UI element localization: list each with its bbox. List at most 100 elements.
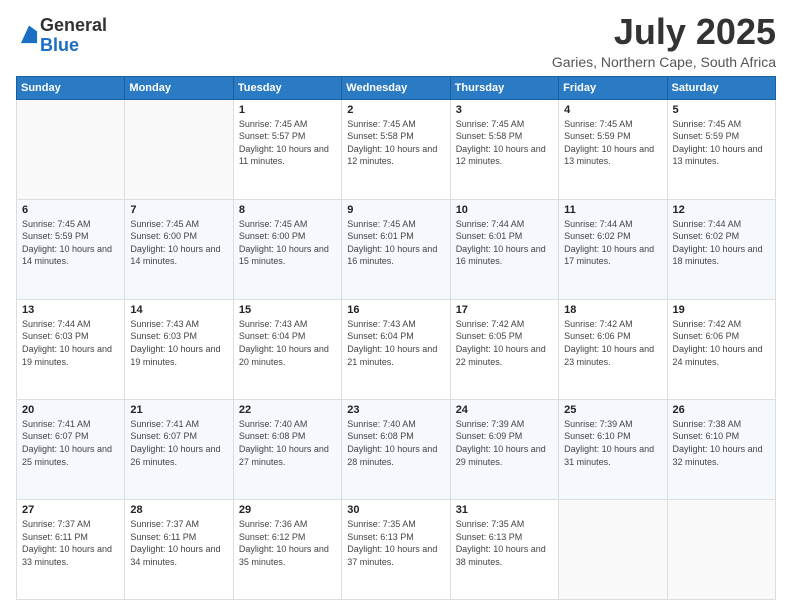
day-cell: 8 Sunrise: 7:45 AM Sunset: 6:00 PM Daylig… (233, 199, 341, 299)
day-number: 31 (456, 504, 553, 516)
day-info: Sunrise: 7:35 AM Sunset: 6:13 PM Dayligh… (347, 518, 444, 568)
day-info: Sunrise: 7:39 AM Sunset: 6:10 PM Dayligh… (564, 418, 661, 468)
page: General Blue July 2025 Garies, Northern … (0, 0, 792, 612)
day-info: Sunrise: 7:39 AM Sunset: 6:09 PM Dayligh… (456, 418, 553, 468)
day-info: Sunrise: 7:45 AM Sunset: 6:00 PM Dayligh… (239, 218, 336, 268)
day-cell: 1Sunrise: 7:45 AM Sunset: 5:57 PM Daylig… (233, 99, 341, 199)
day-info: Sunrise: 7:44 AM Sunset: 6:02 PM Dayligh… (564, 218, 661, 268)
day-cell: 9Sunrise: 7:45 AM Sunset: 6:01 PM Daylig… (342, 199, 450, 299)
day-info: Sunrise: 7:45 AM Sunset: 6:01 PM Dayligh… (347, 218, 444, 268)
week-row-4: 20 Sunrise: 7:41 AM Sunset: 6:07 PM Dayli… (17, 399, 776, 499)
day-cell (125, 99, 233, 199)
day-info: Sunrise: 7:40 AM Sunset: 6:08 PM Dayligh… (239, 418, 336, 468)
day-number: 7 (130, 204, 227, 216)
day-info: Sunrise: 7:44 AM Sunset: 6:03 PM Dayligh… (22, 318, 119, 368)
day-info: Sunrise: 7:42 AM Sunset: 6:05 PM Dayligh… (456, 318, 553, 368)
day-number: 6 (22, 204, 119, 216)
calendar-title: July 2025 (552, 12, 776, 52)
day-cell: 12 Sunrise: 7:44 AM Sunset: 6:02 PM Dayli… (667, 199, 775, 299)
day-info: Sunrise: 7:45 AM Sunset: 5:58 PM Dayligh… (456, 118, 553, 168)
logo-general-text: General (40, 15, 107, 35)
week-row-2: 6 Sunrise: 7:45 AM Sunset: 5:59 PM Daylig… (17, 199, 776, 299)
title-block: July 2025 Garies, Northern Cape, South A… (552, 12, 776, 70)
day-info: Sunrise: 7:45 AM Sunset: 6:00 PM Dayligh… (130, 218, 227, 268)
day-number: 17 (456, 304, 553, 316)
day-number: 28 (130, 504, 227, 516)
day-info: Sunrise: 7:45 AM Sunset: 5:59 PM Dayligh… (673, 118, 770, 168)
day-number: 14 (130, 304, 227, 316)
day-info: Sunrise: 7:41 AM Sunset: 6:07 PM Dayligh… (22, 418, 119, 468)
day-number: 16 (347, 304, 444, 316)
day-number: 21 (130, 404, 227, 416)
day-number: 27 (22, 504, 119, 516)
day-number: 13 (22, 304, 119, 316)
calendar-table: Sunday Monday Tuesday Wednesday Thursday… (16, 76, 776, 600)
day-cell (559, 499, 667, 599)
day-number: 15 (239, 304, 336, 316)
day-info: Sunrise: 7:43 AM Sunset: 6:04 PM Dayligh… (239, 318, 336, 368)
logo-blue-text: Blue (40, 35, 79, 55)
day-number: 23 (347, 404, 444, 416)
logo: General Blue (16, 16, 107, 56)
day-number: 2 (347, 104, 444, 116)
day-cell: 21 Sunrise: 7:41 AM Sunset: 6:07 PM Dayli… (125, 399, 233, 499)
day-info: Sunrise: 7:44 AM Sunset: 6:02 PM Dayligh… (673, 218, 770, 268)
header-row: Sunday Monday Tuesday Wednesday Thursday… (17, 76, 776, 99)
day-number: 11 (564, 204, 661, 216)
col-friday: Friday (559, 76, 667, 99)
day-info: Sunrise: 7:41 AM Sunset: 6:07 PM Dayligh… (130, 418, 227, 468)
day-cell: 27 Sunrise: 7:37 AM Sunset: 6:11 PM Dayli… (17, 499, 125, 599)
day-cell: 31 Sunrise: 7:35 AM Sunset: 6:13 PM Dayli… (450, 499, 558, 599)
day-info: Sunrise: 7:43 AM Sunset: 6:04 PM Dayligh… (347, 318, 444, 368)
day-cell: 11 Sunrise: 7:44 AM Sunset: 6:02 PM Dayli… (559, 199, 667, 299)
day-cell: 29Sunrise: 7:36 AM Sunset: 6:12 PM Dayli… (233, 499, 341, 599)
day-cell: 20 Sunrise: 7:41 AM Sunset: 6:07 PM Dayli… (17, 399, 125, 499)
day-cell: 24Sunrise: 7:39 AM Sunset: 6:09 PM Dayli… (450, 399, 558, 499)
day-cell: 14Sunrise: 7:43 AM Sunset: 6:03 PM Dayli… (125, 299, 233, 399)
day-cell: 7 Sunrise: 7:45 AM Sunset: 6:00 PM Daylig… (125, 199, 233, 299)
day-number: 26 (673, 404, 770, 416)
day-number: 18 (564, 304, 661, 316)
day-number: 20 (22, 404, 119, 416)
col-thursday: Thursday (450, 76, 558, 99)
day-info: Sunrise: 7:45 AM Sunset: 5:58 PM Dayligh… (347, 118, 444, 168)
day-cell: 6 Sunrise: 7:45 AM Sunset: 5:59 PM Daylig… (17, 199, 125, 299)
day-info: Sunrise: 7:37 AM Sunset: 6:11 PM Dayligh… (22, 518, 119, 568)
col-sunday: Sunday (17, 76, 125, 99)
day-number: 8 (239, 204, 336, 216)
day-cell: 5 Sunrise: 7:45 AM Sunset: 5:59 PM Daylig… (667, 99, 775, 199)
day-cell: 28 Sunrise: 7:37 AM Sunset: 6:11 PM Dayli… (125, 499, 233, 599)
day-number: 5 (673, 104, 770, 116)
day-cell: 2 Sunrise: 7:45 AM Sunset: 5:58 PM Daylig… (342, 99, 450, 199)
day-info: Sunrise: 7:42 AM Sunset: 6:06 PM Dayligh… (564, 318, 661, 368)
day-cell: 22Sunrise: 7:40 AM Sunset: 6:08 PM Dayli… (233, 399, 341, 499)
day-number: 1 (239, 104, 336, 116)
day-cell: 16 Sunrise: 7:43 AM Sunset: 6:04 PM Dayli… (342, 299, 450, 399)
day-number: 12 (673, 204, 770, 216)
day-info: Sunrise: 7:37 AM Sunset: 6:11 PM Dayligh… (130, 518, 227, 568)
day-cell (667, 499, 775, 599)
day-cell: 26Sunrise: 7:38 AM Sunset: 6:10 PM Dayli… (667, 399, 775, 499)
day-info: Sunrise: 7:44 AM Sunset: 6:01 PM Dayligh… (456, 218, 553, 268)
day-number: 19 (673, 304, 770, 316)
logo-icon (18, 24, 40, 46)
day-number: 29 (239, 504, 336, 516)
day-cell: 13 Sunrise: 7:44 AM Sunset: 6:03 PM Dayli… (17, 299, 125, 399)
day-number: 3 (456, 104, 553, 116)
day-info: Sunrise: 7:35 AM Sunset: 6:13 PM Dayligh… (456, 518, 553, 568)
calendar-subtitle: Garies, Northern Cape, South Africa (552, 54, 776, 70)
day-info: Sunrise: 7:45 AM Sunset: 5:59 PM Dayligh… (22, 218, 119, 268)
day-info: Sunrise: 7:45 AM Sunset: 5:59 PM Dayligh… (564, 118, 661, 168)
day-cell: 23Sunrise: 7:40 AM Sunset: 6:08 PM Dayli… (342, 399, 450, 499)
day-cell: 3 Sunrise: 7:45 AM Sunset: 5:58 PM Daylig… (450, 99, 558, 199)
day-cell (17, 99, 125, 199)
day-cell: 10 Sunrise: 7:44 AM Sunset: 6:01 PM Dayli… (450, 199, 558, 299)
day-cell: 17 Sunrise: 7:42 AM Sunset: 6:05 PM Dayli… (450, 299, 558, 399)
day-cell: 4 Sunrise: 7:45 AM Sunset: 5:59 PM Daylig… (559, 99, 667, 199)
week-row-1: 1Sunrise: 7:45 AM Sunset: 5:57 PM Daylig… (17, 99, 776, 199)
day-number: 10 (456, 204, 553, 216)
day-number: 4 (564, 104, 661, 116)
day-info: Sunrise: 7:42 AM Sunset: 6:06 PM Dayligh… (673, 318, 770, 368)
day-cell: 15 Sunrise: 7:43 AM Sunset: 6:04 PM Dayli… (233, 299, 341, 399)
week-row-5: 27 Sunrise: 7:37 AM Sunset: 6:11 PM Dayli… (17, 499, 776, 599)
